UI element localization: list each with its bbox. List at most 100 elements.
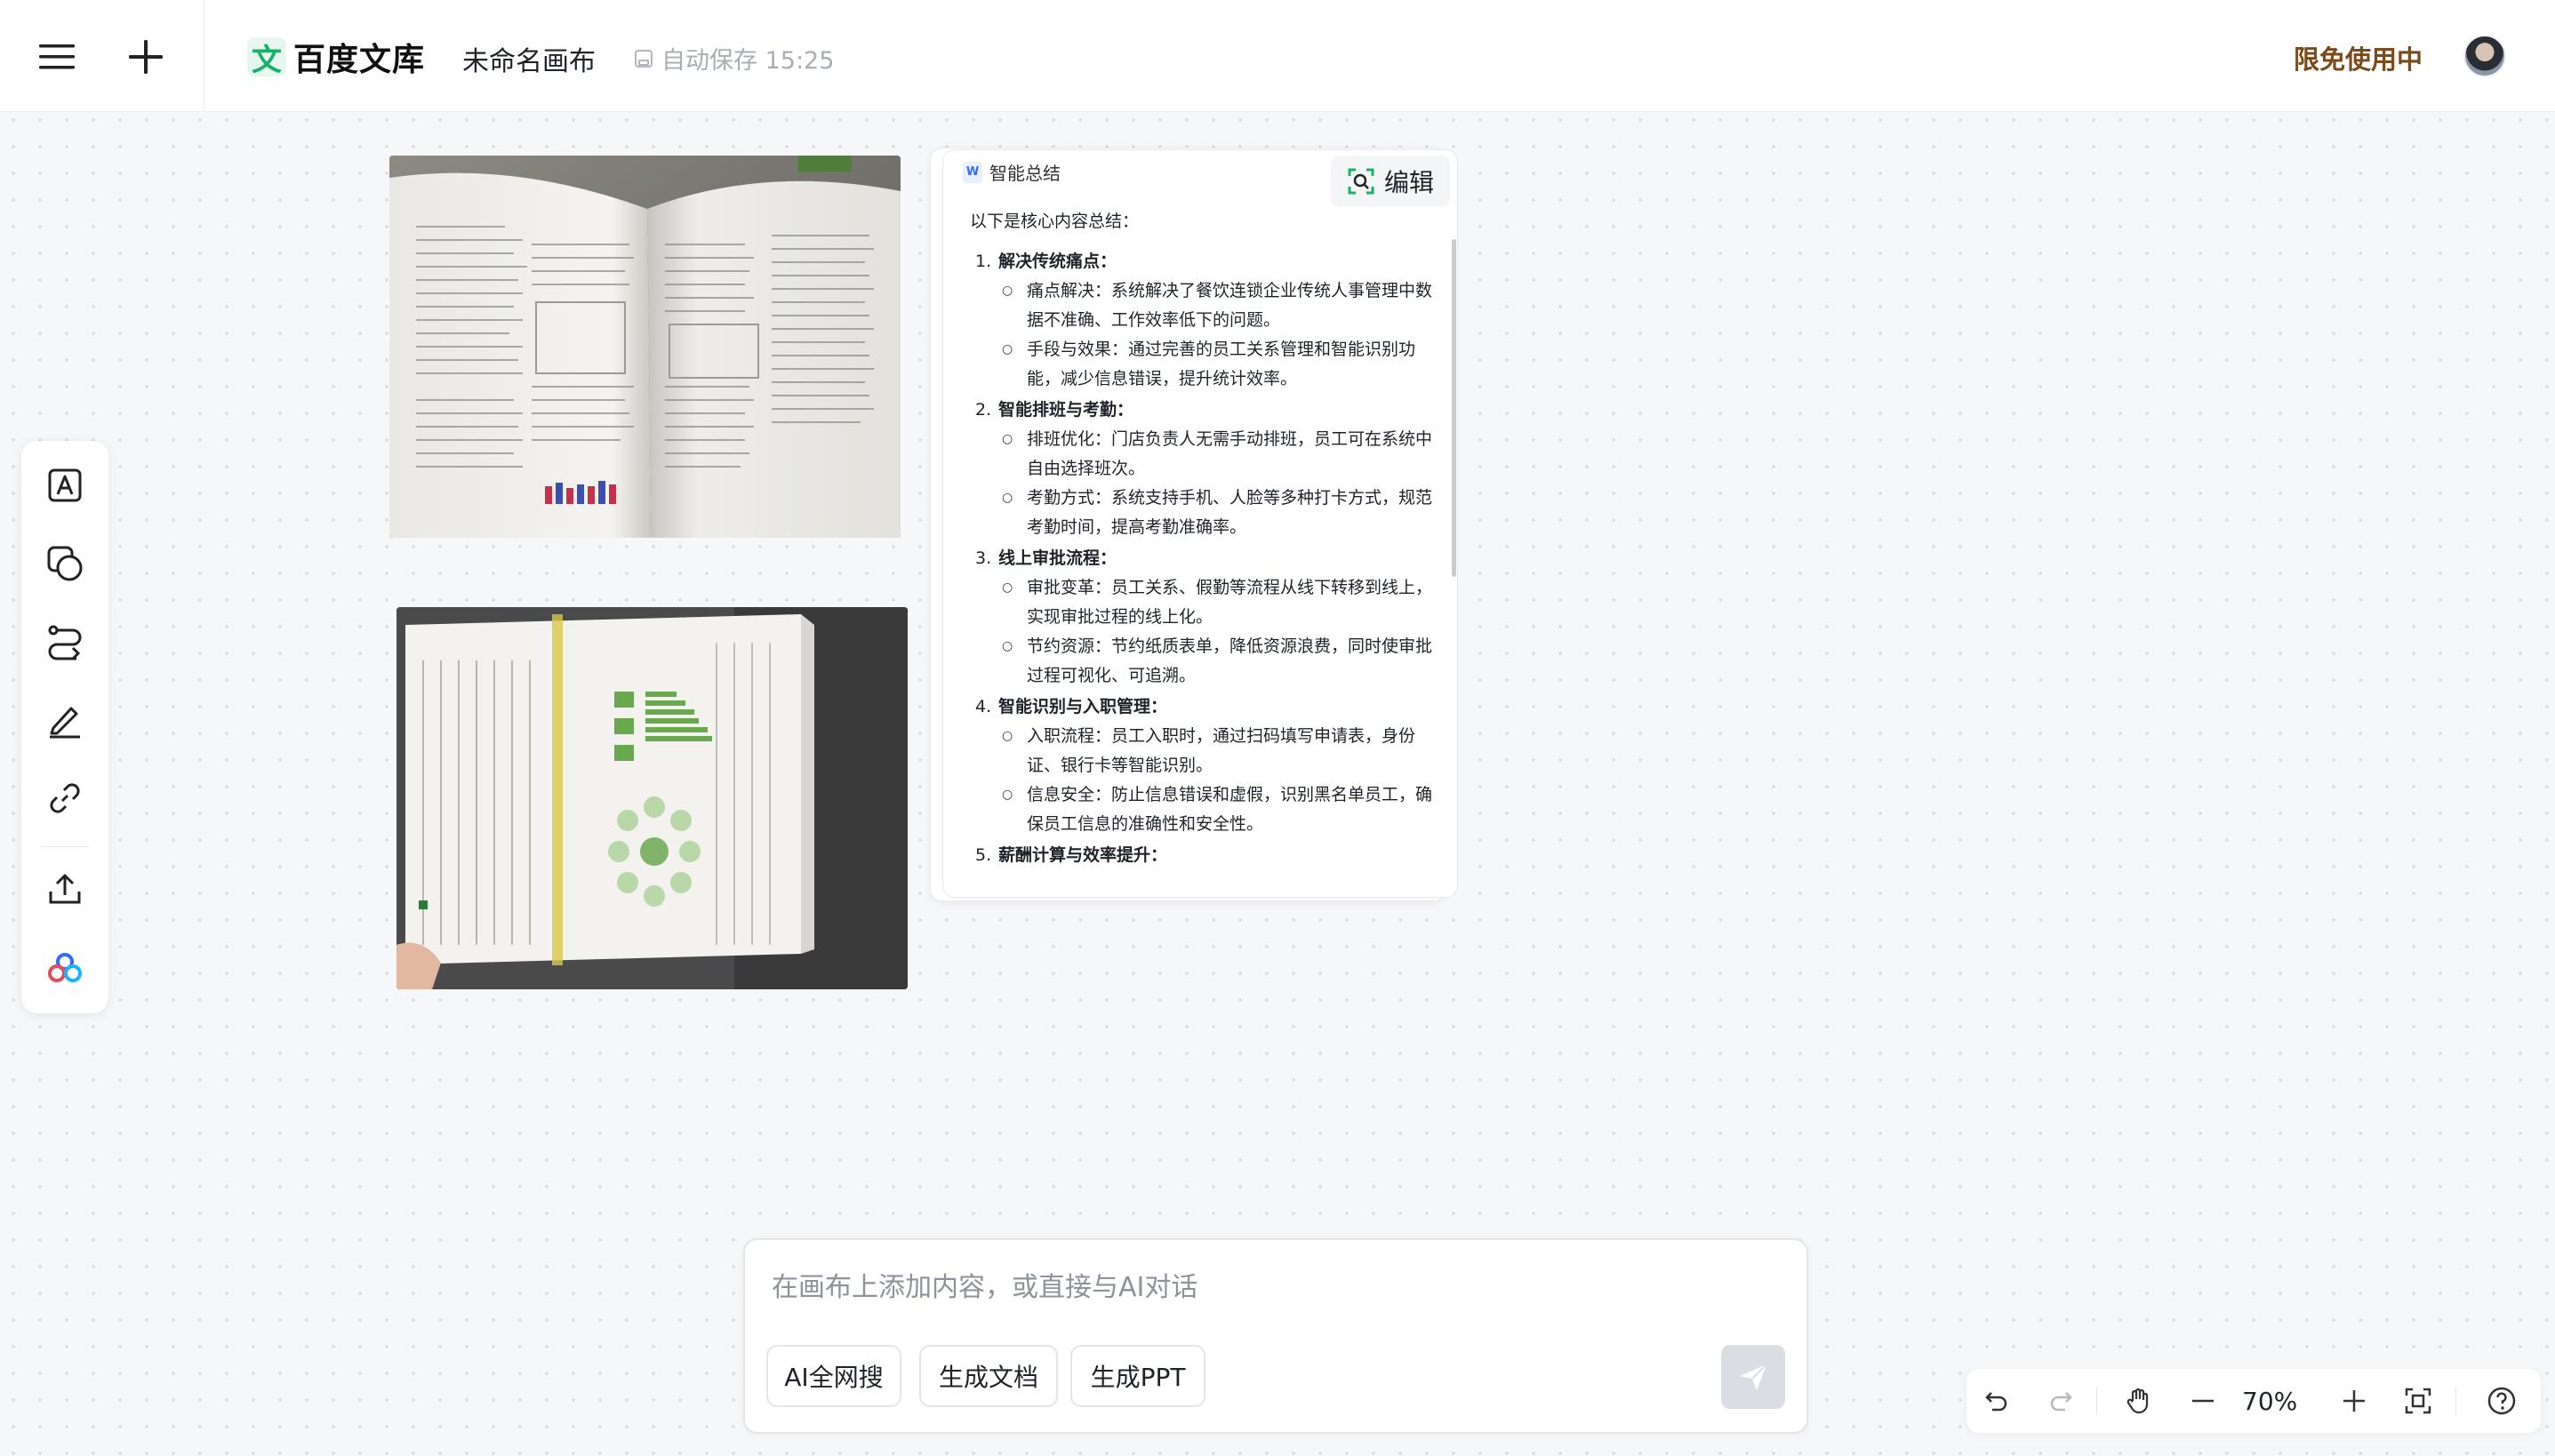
summary-section-heading: 2. 智能排班与考勤： bbox=[970, 396, 1432, 425]
left-toolbar bbox=[21, 441, 108, 1013]
summary-bullet: ○ 痛点解决：系统解决了餐饮连锁企业传统人事管理中数据不准确、工作效率低下的问题。 bbox=[970, 276, 1432, 335]
summary-bullet: ○ 入职流程：员工入职时，通过扫码填写申请表，身份证、银行卡等智能识别。 bbox=[970, 722, 1432, 780]
zoom-level[interactable]: 70% bbox=[2242, 1387, 2297, 1416]
avatar[interactable] bbox=[2463, 35, 2506, 77]
autosave-status: 自动保存 15:25 bbox=[633, 41, 834, 76]
help-icon[interactable] bbox=[2480, 1380, 2523, 1422]
shape-icon[interactable] bbox=[44, 542, 86, 585]
summary-bullet: ○ 节约资源：节约纸质表单，降低资源浪费，同时使审批过程可视化、可追溯。 bbox=[970, 632, 1432, 691]
section-title: 智能识别与入职管理 bbox=[998, 697, 1151, 716]
section-colon: ： bbox=[1117, 400, 1134, 420]
logo-mark: 文 bbox=[247, 37, 286, 78]
baidu-wenku-logo[interactable]: 文 百度文库 bbox=[247, 36, 425, 78]
upload-icon[interactable] bbox=[44, 868, 86, 910]
summary-section-heading: 3. 线上审批流程： bbox=[970, 544, 1432, 573]
document-title[interactable]: 未命名画布 bbox=[462, 39, 596, 78]
summary-scrollbar[interactable] bbox=[1452, 239, 1456, 577]
edit-button-label: 编辑 bbox=[1383, 168, 1434, 197]
summary-card-header: W 智能总结 bbox=[963, 159, 1061, 185]
bullet-circle-icon: ○ bbox=[1002, 284, 1013, 298]
plus-icon[interactable] bbox=[121, 32, 171, 82]
bullet-circle-icon: ○ bbox=[1002, 729, 1013, 743]
autosave-text: 自动保存 15:25 bbox=[661, 47, 835, 75]
bullet-circle-icon: ○ bbox=[1002, 788, 1013, 802]
generate-ppt-button[interactable]: 生成PPT bbox=[1070, 1345, 1205, 1407]
section-colon: ： bbox=[1150, 845, 1168, 865]
free-use-badge[interactable]: 限免使用中 bbox=[2294, 39, 2423, 76]
section-title: 智能排班与考勤 bbox=[998, 400, 1117, 420]
redo-icon[interactable] bbox=[2039, 1380, 2082, 1422]
bullet-text: 审批变革：员工关系、假勤等流程从线下转移到线上，实现审批过程的线上化。 bbox=[1027, 578, 1433, 627]
section-title: 线上审批流程 bbox=[998, 548, 1101, 568]
bullet-text: 考勤方式：系统支持手机、人脸等多种打卡方式，规范考勤时间，提高考勤准确率。 bbox=[1027, 488, 1433, 537]
summary-section: 4. 智能识别与入职管理： ○ 入职流程：员工入职时，通过扫码填写申请表，身份证、银行… bbox=[970, 692, 1432, 839]
summary-bullet: ○ 审批变革：员工关系、假勤等流程从线下转移到线上，实现审批过程的线上化。 bbox=[970, 573, 1432, 632]
word-doc-icon: W bbox=[963, 161, 982, 183]
summary-section: 5. 薪酬计算与效率提升： bbox=[970, 841, 1432, 870]
summary-section-heading: 4. 智能识别与入职管理： bbox=[970, 692, 1432, 722]
zoom-out-icon[interactable] bbox=[2182, 1380, 2224, 1422]
summary-section-heading: 5. 薪酬计算与效率提升： bbox=[970, 841, 1432, 870]
bullet-text: 排班优化：门店负责人无需手动排班，员工可在系统中自由选择班次。 bbox=[1027, 429, 1433, 478]
bullet-circle-icon: ○ bbox=[1002, 580, 1013, 595]
toolbar-divider bbox=[41, 846, 89, 847]
canvas-controls: 70% bbox=[1966, 1369, 2541, 1433]
section-number: 4. bbox=[975, 697, 992, 716]
bullet-text: 手段与效果：通过完善的员工关系管理和智能识别功能，减少信息错误，提升统计效率。 bbox=[1027, 340, 1416, 388]
summary-intro: 以下是核心内容总结： bbox=[970, 212, 1140, 231]
send-button[interactable] bbox=[1721, 1345, 1785, 1409]
bullet-text: 入职流程：员工入职时，通过扫码填写申请表，身份证、银行卡等智能识别。 bbox=[1027, 726, 1416, 775]
summary-section: 3. 线上审批流程： ○ 审批变革：员工关系、假勤等流程从线下转移到线上，实现审批过程… bbox=[970, 544, 1432, 691]
section-colon: ： bbox=[1150, 697, 1168, 716]
summary-bullet: ○ 信息安全：防止信息错误和虚假，识别黑名单员工，确保员工信息的准确性和安全性。 bbox=[970, 780, 1432, 839]
bullet-text: 节约资源：节约纸质表单，降低资源浪费，同时使审批过程可视化、可追溯。 bbox=[1027, 636, 1433, 685]
bullet-text: 痛点解决：系统解决了餐饮连锁企业传统人事管理中数据不准确、工作效率低下的问题。 bbox=[1027, 281, 1433, 330]
summary-card-title: 智能总结 bbox=[989, 163, 1061, 184]
summary-bullet: ○ 手段与效果：通过完善的员工关系管理和智能识别功能，减少信息错误，提升统计效率。 bbox=[970, 335, 1432, 394]
bullet-circle-icon: ○ bbox=[1002, 639, 1013, 653]
connector-icon[interactable] bbox=[44, 620, 86, 663]
section-title: 薪酬计算与效率提升 bbox=[998, 845, 1151, 865]
baidu-netdisk-icon[interactable] bbox=[44, 946, 86, 988]
summary-content: 以下是核心内容总结： 1. 解决传统痛点： ○ 痛点解决：系统解决了餐饮连锁企业传统人… bbox=[970, 207, 1432, 872]
top-header: 文 百度文库 未命名画布 自动保存 15:25 限免使用中 bbox=[0, 0, 2555, 112]
section-title: 解决传统痛点 bbox=[998, 252, 1101, 271]
ai-chat-box: AI全网搜 生成文档 生成PPT bbox=[743, 1238, 1808, 1434]
generate-doc-button[interactable]: 生成文档 bbox=[919, 1345, 1058, 1407]
controls-divider bbox=[2096, 1387, 2097, 1415]
pen-icon[interactable] bbox=[44, 699, 86, 741]
smart-summary-card[interactable]: W 智能总结 编辑 以下是核心内容总结： 1. 解决传统痛点： ○ 痛点解决：系统解决… bbox=[942, 149, 1458, 898]
hand-pan-icon[interactable] bbox=[2118, 1380, 2160, 1422]
bullet-circle-icon: ○ bbox=[1002, 432, 1013, 446]
bullet-circle-icon: ○ bbox=[1002, 342, 1013, 356]
section-colon: ： bbox=[1100, 252, 1117, 271]
section-colon: ： bbox=[1100, 548, 1117, 568]
section-number: 3. bbox=[975, 548, 992, 568]
summary-bullet: ○ 考勤方式：系统支持手机、人脸等多种打卡方式，规范考勤时间，提高考勤准确率。 bbox=[970, 484, 1432, 542]
controls-divider bbox=[2455, 1387, 2456, 1415]
bullet-circle-icon: ○ bbox=[1002, 491, 1013, 505]
send-icon bbox=[1740, 1364, 1767, 1390]
menu-icon[interactable] bbox=[32, 32, 82, 82]
zoom-in-icon[interactable] bbox=[2333, 1380, 2375, 1422]
ai-web-search-button[interactable]: AI全网搜 bbox=[766, 1345, 901, 1407]
logo-text: 百度文库 bbox=[293, 42, 426, 78]
summary-section: 1. 解决传统痛点： ○ 痛点解决：系统解决了餐饮连锁企业传统人事管理中数据不准确、工… bbox=[970, 247, 1432, 394]
undo-icon[interactable] bbox=[1975, 1380, 2018, 1422]
header-left-actions bbox=[0, 0, 204, 112]
canvas-image-open-book[interactable] bbox=[389, 156, 901, 538]
edit-button[interactable]: 编辑 bbox=[1331, 156, 1450, 207]
scan-edit-icon bbox=[1348, 168, 1374, 195]
link-icon[interactable] bbox=[44, 777, 86, 820]
summary-bullet: ○ 排班优化：门店负责人无需手动排班，员工可在系统中自由选择班次。 bbox=[970, 425, 1432, 484]
summary-section: 2. 智能排班与考勤： ○ 排班优化：门店负责人无需手动排班，员工可在系统中自由选择班… bbox=[970, 396, 1432, 542]
summary-section-heading: 1. 解决传统痛点： bbox=[970, 247, 1432, 276]
chat-input[interactable] bbox=[772, 1265, 1750, 1309]
summary-sections: 1. 解决传统痛点： ○ 痛点解决：系统解决了餐饮连锁企业传统人事管理中数据不准确、工… bbox=[970, 247, 1432, 870]
section-number: 5. bbox=[975, 845, 992, 865]
canvas-image-book-page[interactable] bbox=[396, 607, 908, 989]
bullet-text: 信息安全：防止信息错误和虚假，识别黑名单员工，确保员工信息的准确性和安全性。 bbox=[1027, 785, 1433, 834]
section-number: 2. bbox=[975, 400, 992, 420]
fit-screen-icon[interactable] bbox=[2397, 1380, 2439, 1422]
text-icon[interactable] bbox=[44, 464, 86, 507]
